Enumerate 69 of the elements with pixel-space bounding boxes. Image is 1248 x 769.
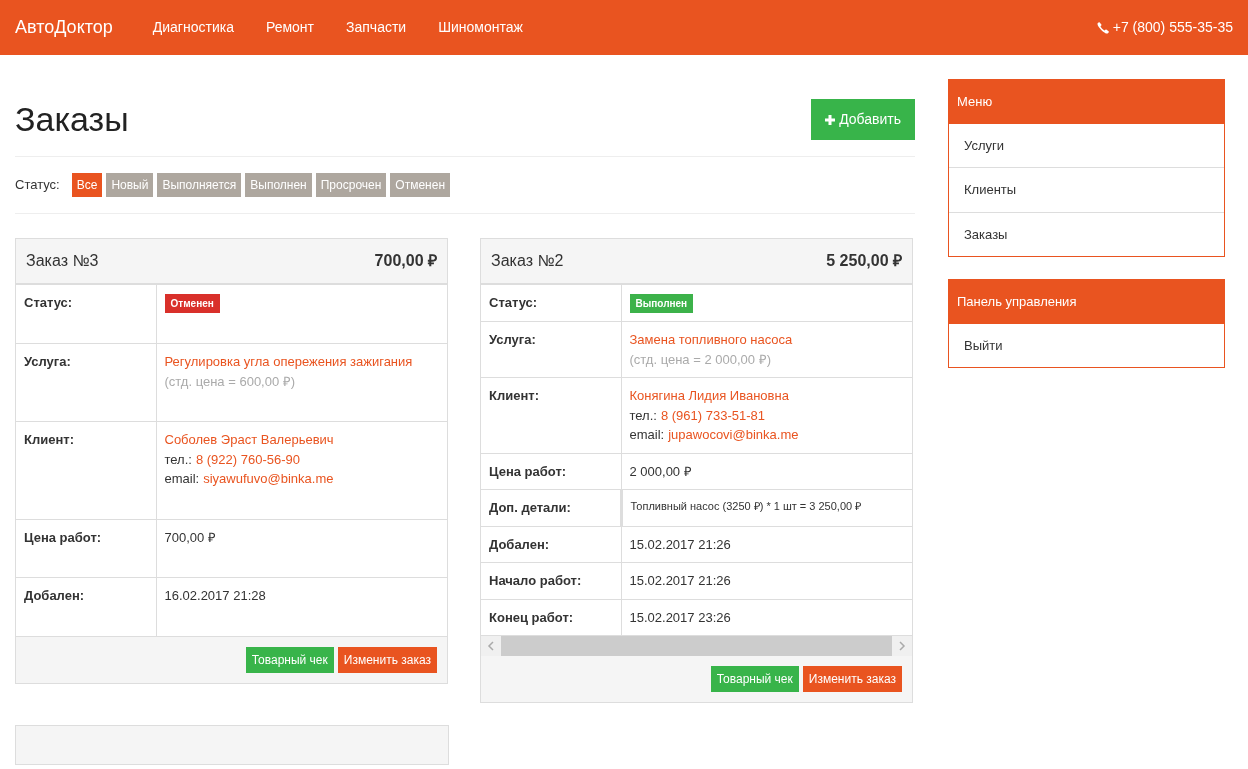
field-label: Услуга:: [481, 321, 621, 378]
email-link[interactable]: siyawufuvo@binka.me: [203, 471, 334, 486]
phone-label: тел.:: [629, 407, 657, 423]
field-value: 2 000,00 ₽: [629, 463, 692, 479]
service-link[interactable]: Замена топливного насоса: [629, 330, 904, 350]
status-filter[interactable]: Все: [71, 173, 103, 197]
order-title: Заказ №3: [26, 251, 99, 271]
service-link[interactable]: Регулировка угла опережения зажигания: [164, 352, 439, 372]
panel-title: Меню: [949, 80, 1224, 124]
status-filter[interactable]: Просрочен: [315, 173, 387, 197]
email-label: email:: [629, 427, 665, 442]
status-badge: Выполнен: [629, 294, 694, 313]
field-label: Статус:: [481, 285, 621, 322]
status-badge: Отменен: [164, 294, 220, 313]
field-value: Топливный насос (3250 ₽) * 1 шт = 3 250,00 ₽: [630, 500, 862, 512]
phone-label: тел.:: [164, 451, 192, 467]
phone-link[interactable]: +7 (800) 555-35-35: [1096, 17, 1233, 38]
status-filter[interactable]: Отменен: [390, 173, 451, 197]
order-button[interactable]: Товарный чек: [245, 646, 334, 673]
field-label: Услуга:: [16, 343, 156, 422]
order-button[interactable]: Изменить заказ: [802, 666, 902, 692]
status-filter[interactable]: Выполнен: [245, 173, 312, 197]
client-link[interactable]: Соболев Эраст Валерьевич: [164, 430, 439, 450]
nav-link[interactable]: Запчасти: [346, 17, 407, 38]
field-label: Добален:: [481, 526, 621, 563]
nav-link[interactable]: Ремонт: [265, 17, 315, 38]
field-value: 16.02.2017 21:28: [164, 588, 266, 603]
nav-link[interactable]: Шиномонтаж: [438, 17, 523, 38]
nav-link[interactable]: Диагностика: [152, 17, 234, 38]
order-title: Заказ №2: [491, 251, 564, 271]
order-total: 700,00 ₽: [374, 251, 437, 271]
field-label: Цена работ:: [16, 519, 156, 578]
field-label: Статус:: [16, 285, 156, 344]
field-value: 15.02.2017 23:26: [629, 609, 731, 625]
field-label: Клиент:: [16, 421, 156, 519]
order-button[interactable]: Товарный чек: [710, 666, 799, 692]
status-filter[interactable]: Выполняется: [157, 173, 242, 197]
order-button[interactable]: Изменить заказ: [337, 646, 437, 673]
email-label: email:: [164, 471, 200, 486]
client-link[interactable]: Конягина Лидия Ивановна: [629, 386, 904, 406]
field-value: 15.02.2017 21:26: [629, 536, 731, 552]
add-button[interactable]: Добавить: [811, 99, 915, 140]
sidebar-item[interactable]: Заказы: [949, 212, 1224, 256]
phone-icon: [1096, 21, 1109, 34]
field-value: 15.02.2017 21:26: [629, 573, 731, 588]
status-filter[interactable]: Новый: [106, 173, 154, 197]
panel-title: Панель управления: [949, 280, 1224, 324]
field-label: Добален:: [16, 577, 156, 636]
field-value: 700,00 ₽: [164, 529, 216, 545]
sidebar-item[interactable]: Услуги: [949, 123, 1224, 168]
page-title: Заказы: [15, 99, 129, 140]
order-total: 5 250,00 ₽: [826, 251, 902, 271]
standard-price: (стд. цена = 600,00 ₽): [164, 372, 297, 391]
sidebar-item[interactable]: Клиенты: [949, 168, 1224, 213]
field-label: Клиент:: [481, 377, 621, 453]
phone-link[interactable]: 8 (922) 760-56-90: [195, 451, 300, 467]
field-label: Конец работ:: [481, 599, 621, 636]
field-label: Цена работ:: [481, 453, 621, 490]
phone-number: +7 (800) 555-35-35: [1112, 18, 1233, 37]
phone-link[interactable]: 8 (961) 733-51-81: [660, 407, 765, 423]
standard-price: (стд. цена = 2 000,00 ₽): [629, 350, 772, 369]
field-label: Начало работ:: [481, 562, 621, 599]
plus-icon: [825, 114, 836, 125]
horizontal-scrollbar[interactable]: [481, 636, 912, 656]
field-label: Доп. детали:: [481, 489, 621, 526]
sidebar-item[interactable]: Выйти: [949, 323, 1224, 367]
brand-logo[interactable]: АвтоДоктор: [15, 14, 113, 41]
email-link[interactable]: jupawocovi@binka.me: [668, 427, 799, 442]
filter-label: Статус:: [15, 176, 60, 195]
